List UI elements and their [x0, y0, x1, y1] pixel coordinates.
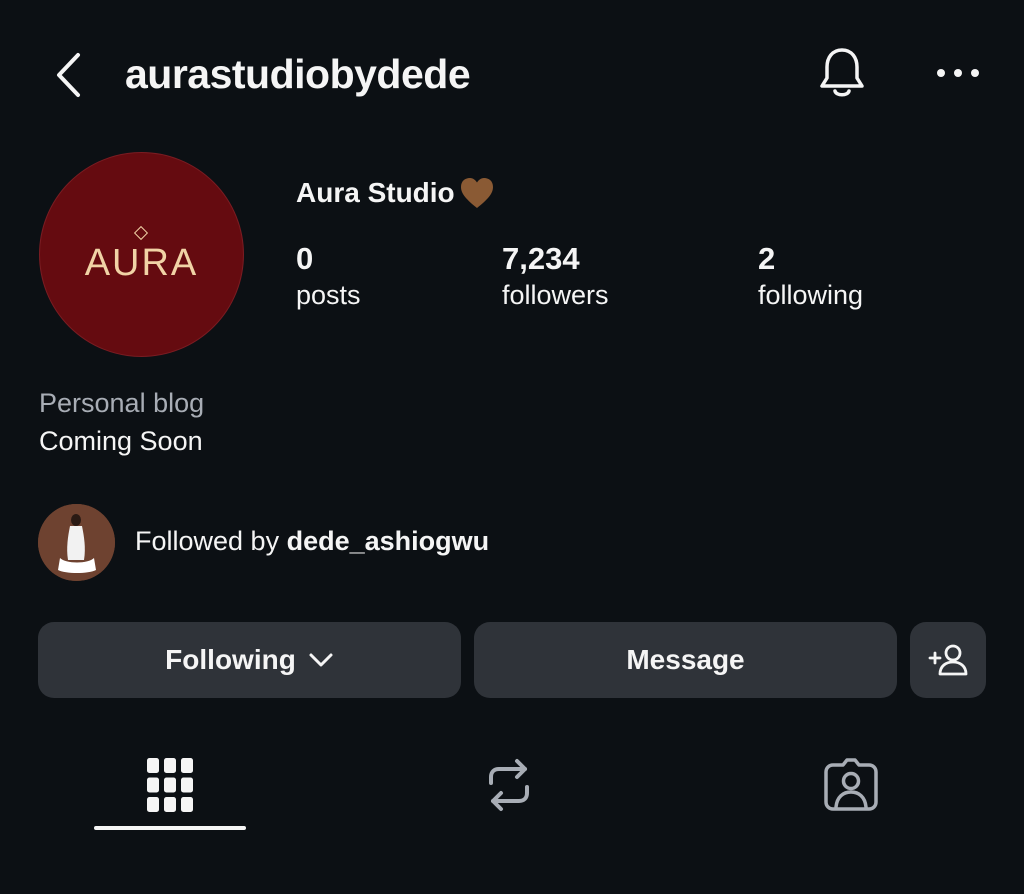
grid-icon — [147, 758, 193, 812]
add-user-button[interactable] — [910, 622, 986, 698]
stat-following[interactable]: 2 following — [758, 240, 863, 312]
tab-reposts[interactable] — [433, 740, 585, 830]
followed-by-user: dede_ashiogwu — [286, 526, 490, 556]
profile-bio: Coming Soon — [39, 426, 203, 456]
stat-followers[interactable]: 7,234 followers — [502, 240, 609, 312]
chevron-left-icon — [57, 53, 80, 97]
tagged-icon — [824, 758, 878, 811]
following-button-label: Following — [165, 644, 296, 675]
avatar-logo-text: AURA — [84, 242, 199, 284]
stat-posts[interactable]: 0 posts — [296, 240, 361, 312]
profile-page: aurastudiobydede AURA Aura Studio 0 post… — [0, 0, 1024, 894]
stat-followers-label: followers — [502, 280, 609, 310]
followed-by-photo — [38, 504, 115, 581]
profile-username: aurastudiobydede — [125, 51, 471, 97]
following-button[interactable]: Following — [38, 622, 461, 698]
back-button[interactable] — [46, 50, 90, 100]
message-button-label: Message — [626, 644, 745, 675]
message-button[interactable]: Message — [474, 622, 897, 698]
stat-followers-value: 7,234 — [502, 241, 580, 276]
stat-posts-value: 0 — [296, 241, 314, 276]
repost-icon — [489, 759, 529, 811]
profile-avatar[interactable]: AURA — [39, 152, 244, 357]
followed-by-text[interactable]: Followed by dede_ashiogwu — [135, 524, 489, 558]
brown-heart-icon — [460, 178, 493, 208]
bell-icon — [820, 48, 864, 97]
active-tab-indicator — [94, 826, 246, 830]
diamond-icon — [134, 225, 149, 241]
stat-following-label: following — [758, 280, 864, 310]
followed-by-avatar[interactable] — [38, 504, 115, 581]
more-horizontal-icon — [937, 69, 979, 77]
stat-following-value: 2 — [758, 241, 776, 276]
tab-grid[interactable] — [94, 740, 246, 830]
notifications-button[interactable] — [814, 44, 870, 102]
more-options-button[interactable] — [930, 56, 986, 90]
display-name: Aura Studio — [296, 175, 495, 211]
profile-header: aurastudiobydede — [0, 0, 1024, 150]
chevron-down-icon — [309, 653, 333, 667]
add-user-icon — [928, 644, 968, 676]
avatar-logo: AURA — [84, 225, 199, 285]
followed-by-prefix: Followed by — [135, 526, 280, 556]
profile-category: Personal blog — [39, 388, 205, 418]
display-name-text: Aura Studio — [296, 177, 455, 208]
tab-tagged[interactable] — [775, 740, 927, 830]
stat-posts-label: posts — [296, 280, 361, 310]
